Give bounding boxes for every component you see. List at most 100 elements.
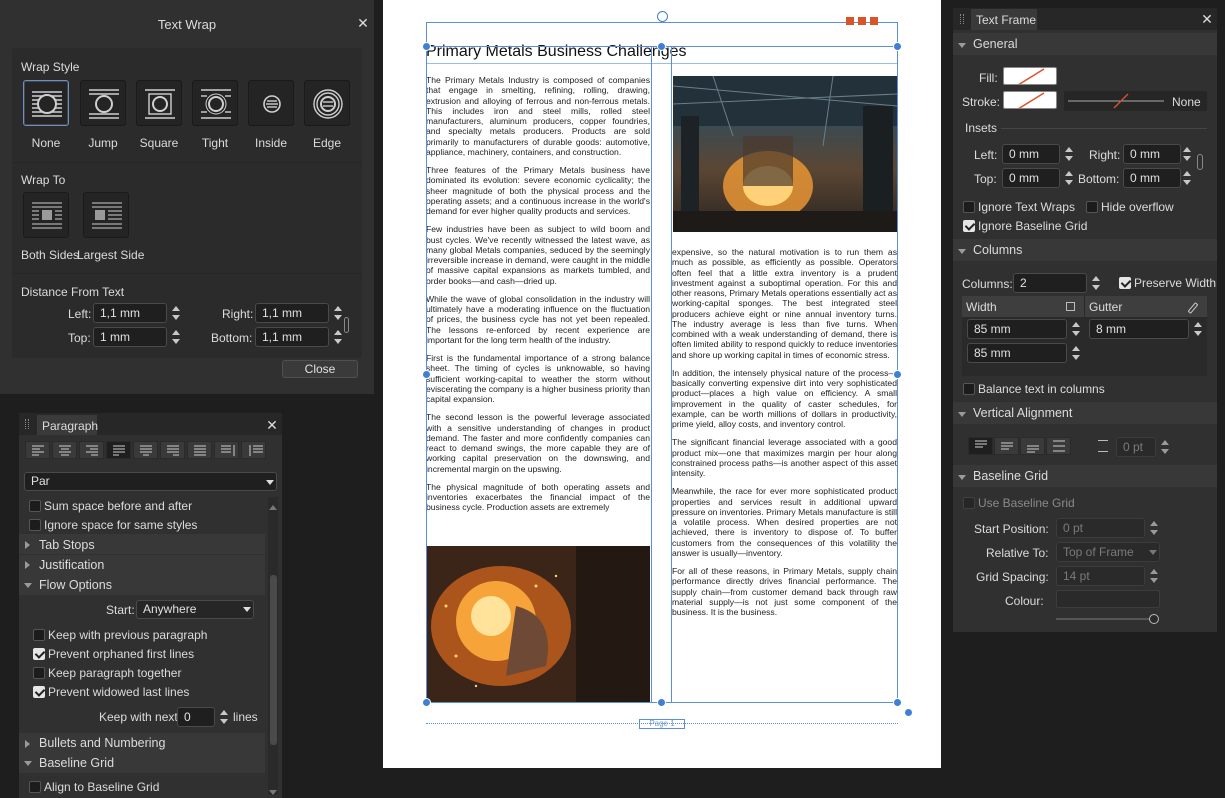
close-icon[interactable]: ✕ [266,418,278,432]
keep-next-input[interactable]: 0 [177,707,215,727]
resize-handle[interactable] [657,698,666,707]
ignore-baseline-grid-checkbox[interactable] [963,220,975,232]
inset-bottom-stepper[interactable] [1181,168,1193,188]
opacity-slider-track[interactable] [1056,618,1152,620]
balance-text-checkbox[interactable] [963,383,975,395]
inset-top-label: Top: [974,172,997,186]
drag-handle-icon[interactable] [960,14,964,24]
distance-right-input[interactable]: 1,1 mm [255,303,329,323]
fill-swatch[interactable] [1003,67,1057,85]
distance-left-stepper[interactable] [170,303,182,323]
wrap-jump-icon[interactable] [80,80,126,126]
hide-overflow-checkbox[interactable] [1086,201,1098,213]
wrap-square-icon[interactable] [136,80,182,126]
orange-marker [858,17,866,25]
inset-top-input[interactable]: 0 mm [1002,168,1060,188]
opacity-slider-knob[interactable] [1149,614,1159,624]
scrollbar-thumb[interactable] [270,575,277,745]
keep-next-stepper[interactable] [218,707,230,727]
grid-spacing-input[interactable]: 14 pt [1056,566,1145,586]
distance-heading: Distance From Text [21,285,125,299]
resize-handle[interactable] [657,42,666,51]
close-icon[interactable]: ✕ [1201,12,1213,26]
wrap-largest-side-icon[interactable] [83,192,129,238]
ignore-space-checkbox[interactable] [29,519,41,531]
sum-space-checkbox[interactable] [29,500,41,512]
inset-right-label: Right: [1089,148,1121,162]
inset-left-input[interactable]: 0 mm [1002,144,1060,164]
column-width-stepper-2[interactable] [1070,343,1082,363]
distance-left-input[interactable]: 1,1 mm [93,303,167,323]
resize-handle[interactable] [422,698,431,707]
columns-input[interactable]: 2 [1013,273,1087,293]
wrap-none-icon[interactable] [23,80,69,126]
scroll-down-icon[interactable] [269,790,277,795]
align-baseline-checkbox[interactable] [29,781,41,793]
inset-left-label: Left: [974,148,998,162]
alignment-icons [32,445,263,456]
wrap-both-sides-icon[interactable] [23,192,69,238]
insets-heading: Insets [965,121,998,135]
inset-top-stepper[interactable] [1063,168,1075,188]
valign-spacing-input[interactable]: 0 pt [1116,437,1156,457]
close-icon[interactable]: ✕ [357,16,369,30]
gutter-stepper[interactable] [1192,319,1204,339]
keep-together-label: Keep paragraph together [48,666,182,680]
distance-bottom-label: Bottom: [211,331,253,345]
keep-previous-label: Keep with previous paragraph [48,628,208,642]
scroll-up-icon[interactable] [269,505,277,510]
column-width-input-2[interactable]: 85 mm [967,343,1067,363]
preserve-width-checkbox[interactable] [1119,277,1131,289]
distance-bottom-stepper[interactable] [332,327,344,347]
drag-handle-icon[interactable] [25,419,29,429]
inset-left-stepper[interactable] [1063,144,1075,164]
use-baseline-grid-checkbox[interactable] [963,497,975,509]
inset-bottom-input[interactable]: 0 mm [1123,168,1181,188]
link-chain-icon[interactable] [1197,154,1203,170]
document-page[interactable]: Primary Metals Business Challenges The P… [383,0,941,768]
wrap-tight-icon[interactable] [192,80,238,126]
resize-handle[interactable] [893,698,902,707]
keep-together-checkbox[interactable] [33,667,45,679]
resize-handle[interactable] [422,42,431,51]
prevent-orphaned-checkbox[interactable] [33,648,45,660]
overflow-handle[interactable] [904,708,913,717]
stroke-style-icon [1068,93,1164,109]
valign-spacing-stepper[interactable] [1159,437,1171,457]
gutter-input[interactable]: 8 mm [1089,319,1189,339]
columns-stepper[interactable] [1090,273,1102,293]
prevent-widowed-checkbox[interactable] [33,686,45,698]
grid-spacing-label: Grid Spacing: [976,570,1049,584]
column-width-icon[interactable] [1066,302,1075,311]
stroke-style-label: None [1172,95,1201,109]
inset-right-stepper[interactable] [1181,144,1193,164]
keep-previous-checkbox[interactable] [33,629,45,641]
stroke-swatch[interactable] [1003,91,1057,109]
paragraph-style-dropdown[interactable]: Par [24,472,277,491]
start-position-stepper[interactable] [1148,518,1160,538]
distance-top-stepper[interactable] [170,327,182,347]
link-chain-icon[interactable] [344,317,349,333]
resize-handle[interactable] [893,42,902,51]
distance-top-input[interactable]: 1 mm [93,327,167,347]
resize-handle[interactable] [893,370,902,379]
start-dropdown[interactable]: Anywhere [136,600,254,619]
resize-handle[interactable] [422,370,431,379]
ignore-baseline-grid-label: Ignore Baseline Grid [978,219,1088,233]
wrap-inside-icon[interactable] [248,80,294,126]
distance-right-stepper[interactable] [332,303,344,323]
column-width-input[interactable]: 85 mm [967,319,1067,339]
relative-to-dropdown[interactable]: Top of Frame [1056,542,1160,562]
start-position-input[interactable]: 0 pt [1056,518,1145,538]
grid-spacing-stepper[interactable] [1148,566,1160,586]
column-width-stepper[interactable] [1070,319,1082,339]
chevron-right-icon [25,541,30,549]
wrap-edge-icon[interactable] [304,80,350,126]
inset-right-input[interactable]: 0 mm [1123,144,1181,164]
colour-swatch[interactable] [1056,590,1160,608]
rotate-handle[interactable] [657,11,668,22]
ignore-text-wraps-checkbox[interactable] [963,201,975,213]
distance-bottom-input[interactable]: 1,1 mm [255,327,329,347]
close-button[interactable]: Close [282,360,358,378]
distance-left-label: Left: [68,307,92,321]
